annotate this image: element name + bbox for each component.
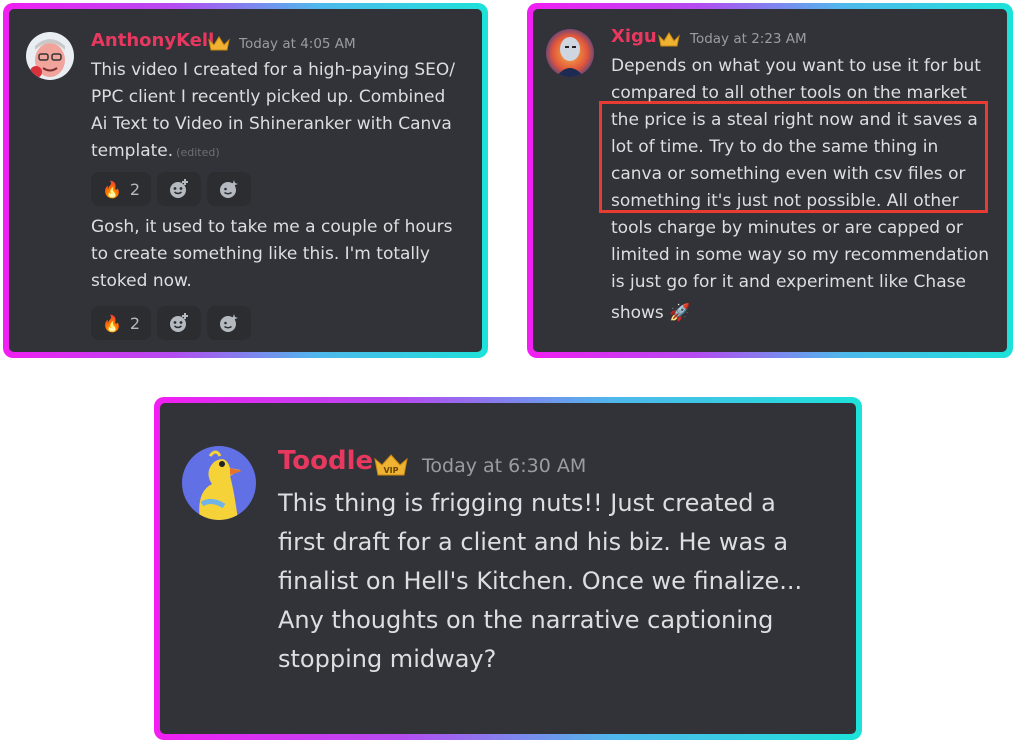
message-card-anthonykell: AnthonyKell Today at 4:05 AM This video … [3,3,488,358]
user-avatar-robot-icon[interactable] [546,29,594,77]
crown-vip-icon [208,35,230,52]
timestamp: Today at 2:23 AM [690,31,807,47]
message-line: something it's just not possible. All ot… [611,191,959,211]
username[interactable]: Xigu [611,26,657,47]
add-reaction-button[interactable] [157,306,201,340]
message-line: stopping midway? [278,645,497,673]
message-line: canva or something even with csv files o… [611,164,966,184]
username[interactable]: AnthonyKell [91,30,214,51]
username[interactable]: Toodle [278,446,373,476]
add-reaction-icon [170,313,188,332]
message-line: Any thoughts on the narrative captioning [278,606,774,634]
user-avatar-photo-icon[interactable] [26,32,74,80]
vip-badge-text: VIP [383,466,398,475]
message-line: This thing is frigging nuts!! Just creat… [278,489,776,517]
fire-emoji-icon: 🔥 [101,179,122,199]
add-super-reaction-button[interactable] [207,306,251,340]
message-line: limited in some way so my recommendation [611,245,990,265]
message-line: is just go for it and experiment like Ch… [611,272,966,292]
message-line: to create something like this. I'm total… [91,244,430,264]
message-line-text: template. [91,141,174,161]
add-super-reaction-icon [220,314,238,332]
reaction-fire[interactable]: 🔥 2 [91,306,151,340]
message-panel: Toodle VIP Today at 6:30 AM This thing i… [160,403,856,734]
message-card-xigu: Xigu Today at 2:23 AM Depends on what yo… [527,3,1013,358]
timestamp: Today at 4:05 AM [239,36,356,52]
reaction-count: 2 [129,313,141,333]
message-line: lot of time. Try to do the same thing in [611,137,939,157]
message-line: stoked now. [91,271,192,291]
message-line: PPC client I recently picked up. Combine… [91,87,446,107]
reaction-fire[interactable]: 🔥 2 [91,172,151,206]
message-line: the price is a steal right now and it sa… [611,110,978,130]
message-line: finalist on Hell's Kitchen. Once we fina… [278,567,803,595]
message-line: template. (edited) [91,138,455,166]
message-line: shows 🚀 [611,303,691,323]
crown-vip-icon [658,31,680,48]
message-text: Gosh, it used to take me a couple of hou… [91,214,452,295]
reaction-bar: 🔥 2 [91,172,251,206]
message-text: This video I created for a high-paying S… [91,57,455,166]
add-super-reaction-icon [220,180,238,198]
user-avatar-duck-icon[interactable] [182,446,256,520]
add-reaction-button[interactable] [157,172,201,206]
message-panel: Xigu Today at 2:23 AM Depends on what yo… [533,9,1007,352]
message-text: This thing is frigging nuts!! Just creat… [278,484,802,679]
message-line: compared to all other tools on the marke… [611,83,967,103]
message-panel: AnthonyKell Today at 4:05 AM This video … [9,9,482,352]
message-text: Depends on what you want to use it for b… [611,53,989,330]
add-reaction-icon [170,179,188,198]
timestamp: Today at 6:30 AM [422,455,587,477]
edited-label: (edited) [176,146,220,159]
crown-vip-icon: VIP [373,453,409,477]
message-line: tools charge by minutes or are capped or [611,218,963,238]
reaction-count: 2 [129,179,141,199]
add-super-reaction-button[interactable] [207,172,251,206]
message-line: Depends on what you want to use it for b… [611,56,981,76]
fire-emoji-icon: 🔥 [101,313,122,333]
message-line: This video I created for a high-paying S… [91,60,455,80]
message-line: Gosh, it used to take me a couple of hou… [91,217,453,237]
reaction-bar: 🔥 2 [91,306,251,340]
message-line: Ai Text to Video in Shineranker with Can… [91,114,452,134]
message-card-toodle: Toodle VIP Today at 6:30 AM This thing i… [154,397,862,740]
message-line: first draft for a client and his biz. He… [278,528,789,556]
